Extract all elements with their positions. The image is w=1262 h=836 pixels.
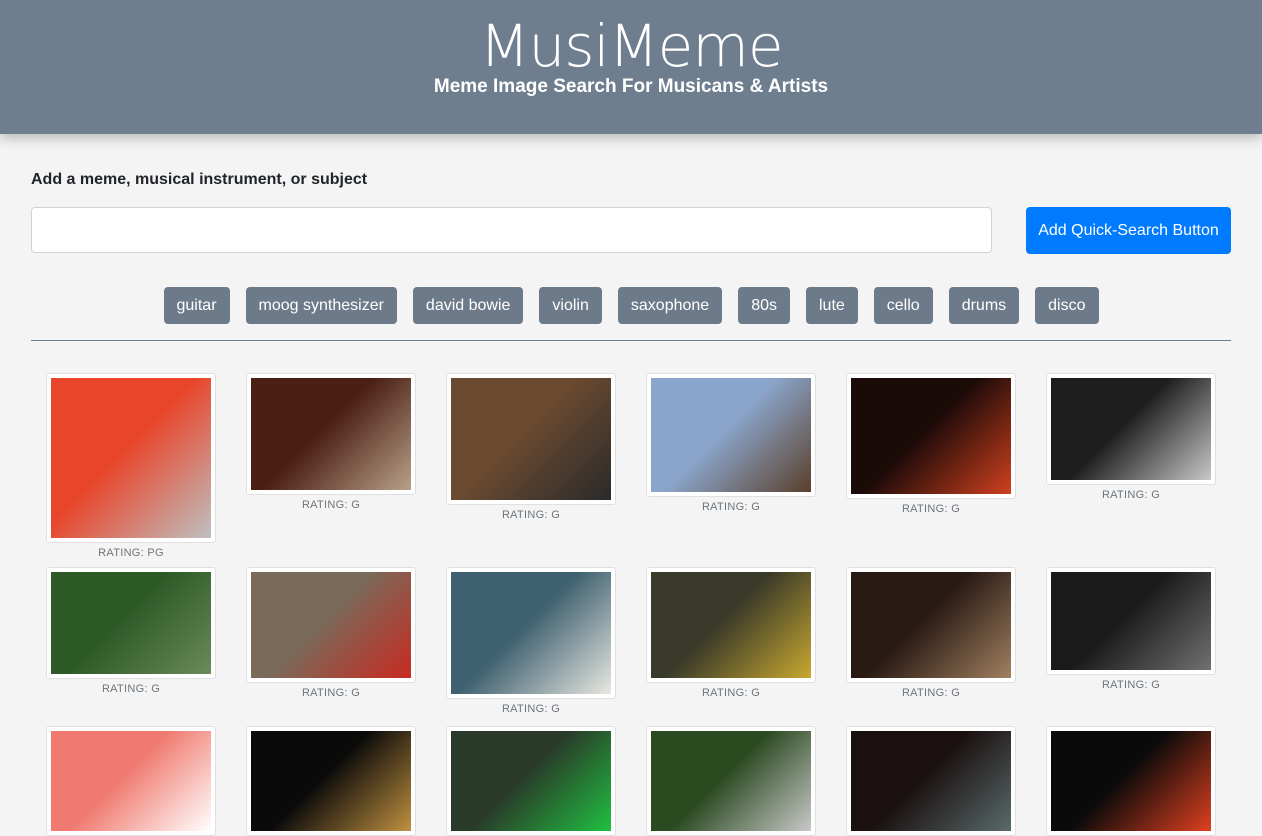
quick-search-moog-synthesizer[interactable]: moog synthesizer bbox=[245, 287, 397, 324]
result-image-card[interactable] bbox=[846, 567, 1016, 683]
result-image-card[interactable] bbox=[246, 567, 416, 683]
search-input[interactable] bbox=[31, 207, 992, 253]
add-quick-search-button[interactable]: Add Quick-Search Button bbox=[1026, 207, 1231, 254]
meme-thumbnail-image[interactable] bbox=[51, 731, 211, 831]
rating-label: RATING: G bbox=[501, 509, 561, 521]
rating-label: RATING: G bbox=[301, 499, 361, 511]
meme-thumbnail-image[interactable] bbox=[251, 378, 411, 490]
quick-search-saxophone[interactable]: saxophone bbox=[617, 287, 723, 324]
meme-thumbnail-image[interactable] bbox=[651, 378, 811, 492]
rating-label: RATING: G bbox=[1101, 679, 1161, 691]
quick-search-cello[interactable]: cello bbox=[873, 287, 933, 324]
rating-label: RATING: PG bbox=[98, 547, 164, 559]
meme-thumbnail-image[interactable] bbox=[451, 378, 611, 500]
meme-thumbnail-image[interactable] bbox=[51, 378, 211, 538]
site-header: MusiMeme Meme Image Search For Musicans … bbox=[0, 0, 1262, 134]
meme-thumbnail-image[interactable] bbox=[651, 572, 811, 678]
result-image-card[interactable] bbox=[446, 567, 616, 699]
meme-thumbnail-image[interactable] bbox=[851, 378, 1011, 494]
result-image-card[interactable] bbox=[46, 726, 216, 836]
meme-thumbnail-image[interactable] bbox=[1051, 572, 1211, 670]
search-label: Add a meme, musical instrument, or subje… bbox=[31, 171, 368, 188]
site-subtitle: Meme Image Search For Musicans & Artists bbox=[433, 76, 829, 97]
site-title: MusiMeme bbox=[479, 12, 783, 80]
meme-thumbnail-image[interactable] bbox=[451, 572, 611, 694]
meme-thumbnail-image[interactable] bbox=[851, 731, 1011, 831]
result-image-card[interactable] bbox=[1046, 567, 1216, 675]
result-image-card[interactable] bbox=[446, 726, 616, 836]
divider bbox=[31, 340, 1231, 341]
result-image-card[interactable] bbox=[846, 373, 1016, 499]
quick-search-disco[interactable]: disco bbox=[1035, 287, 1099, 324]
rating-label: RATING: G bbox=[901, 503, 961, 515]
result-image-card[interactable] bbox=[446, 373, 616, 505]
quick-search-guitar[interactable]: guitar bbox=[163, 287, 230, 324]
result-image-card[interactable] bbox=[1046, 373, 1216, 485]
meme-thumbnail-image[interactable] bbox=[1051, 731, 1211, 831]
meme-thumbnail-image[interactable] bbox=[851, 572, 1011, 678]
rating-label: RATING: G bbox=[1101, 489, 1161, 501]
quick-search-violin[interactable]: violin bbox=[539, 287, 602, 324]
result-image-card[interactable] bbox=[46, 373, 216, 543]
rating-label: RATING: G bbox=[501, 703, 561, 715]
result-image-card[interactable] bbox=[646, 567, 816, 683]
meme-thumbnail-image[interactable] bbox=[451, 731, 611, 831]
quick-search-david-bowie[interactable]: david bowie bbox=[412, 287, 524, 324]
quick-search-80s[interactable]: 80s bbox=[738, 287, 790, 324]
result-image-card[interactable] bbox=[246, 726, 416, 836]
rating-label: RATING: G bbox=[701, 687, 761, 699]
result-image-card[interactable] bbox=[1046, 726, 1216, 836]
result-image-card[interactable] bbox=[46, 567, 216, 679]
meme-thumbnail-image[interactable] bbox=[51, 572, 211, 674]
meme-thumbnail-image[interactable] bbox=[251, 731, 411, 831]
result-image-card[interactable] bbox=[646, 726, 816, 836]
quick-search-lute[interactable]: lute bbox=[805, 287, 858, 324]
quick-search-drums[interactable]: drums bbox=[948, 287, 1020, 324]
meme-thumbnail-image[interactable] bbox=[251, 572, 411, 678]
meme-thumbnail-image[interactable] bbox=[651, 731, 811, 831]
search-form: Add a meme, musical instrument, or subje… bbox=[0, 134, 1262, 341]
result-image-card[interactable] bbox=[646, 373, 816, 497]
rating-label: RATING: G bbox=[701, 501, 761, 513]
meme-thumbnail-image[interactable] bbox=[1051, 378, 1211, 480]
result-image-card[interactable] bbox=[246, 373, 416, 495]
rating-label: RATING: G bbox=[101, 683, 161, 695]
result-image-card[interactable] bbox=[846, 726, 1016, 836]
quick-search-buttons: guitar moog synthesizer david bowie violin s… bbox=[0, 287, 1262, 324]
rating-label: RATING: G bbox=[301, 687, 361, 699]
rating-label: RATING: G bbox=[901, 687, 961, 699]
